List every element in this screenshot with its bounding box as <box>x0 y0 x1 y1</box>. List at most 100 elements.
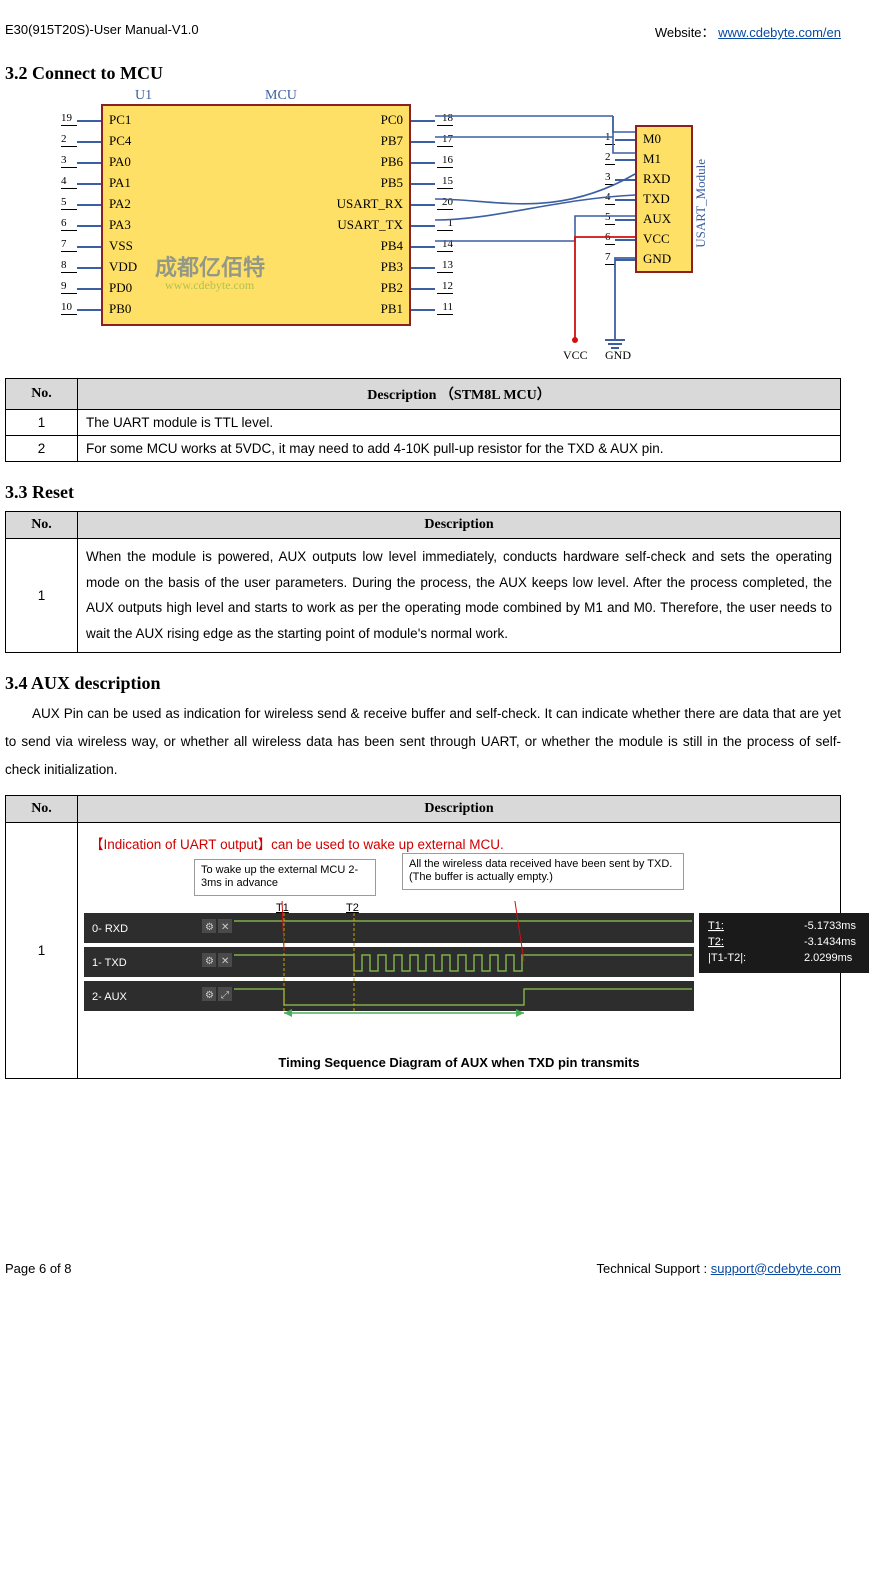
mcu-right-num: 18 <box>442 112 453 124</box>
mcu-left-num: 5 <box>61 196 67 208</box>
svg-text:⚙: ⚙ <box>205 990 214 1001</box>
mcu-left-pin: VDD <box>109 259 137 275</box>
th-desc: Description <box>78 795 841 822</box>
vcc-label: VCC <box>563 348 588 363</box>
heading-3-3: 3.3 Reset <box>5 482 841 503</box>
svg-text:⚙: ⚙ <box>205 956 214 967</box>
module-pin-num: 1 <box>605 131 611 143</box>
td-desc: When the module is powered, AUX outputs … <box>78 539 841 653</box>
mcu-left-pin: PC4 <box>109 133 131 149</box>
td-no: 1 <box>6 822 78 1078</box>
svg-text:✕: ✕ <box>221 922 229 933</box>
mcu-right-num: 16 <box>442 154 453 166</box>
mcu-left-pin: PA3 <box>109 217 131 233</box>
heading-3-4: 3.4 AUX description <box>5 673 841 694</box>
mcu-right-pin: PB3 <box>381 259 403 275</box>
mcu-left-num: 8 <box>61 259 67 271</box>
module-pin-num: 3 <box>605 171 611 183</box>
svg-text:|T1-T2|:: |T1-T2|: <box>708 952 746 964</box>
module-pin-num: 5 <box>605 211 611 223</box>
mcu-left-num: 9 <box>61 280 67 292</box>
mcu-right-pin: USART_TX <box>337 217 403 233</box>
mcu-left-pin: PA0 <box>109 154 131 170</box>
svg-text:0- RXD: 0- RXD <box>92 923 128 935</box>
mcu-right-pin: PC0 <box>381 112 403 128</box>
label-mcu: MCU <box>265 88 297 104</box>
aux-description-paragraph: AUX Pin can be used as indication for wi… <box>5 700 841 785</box>
timing-caption: Timing Sequence Diagram of AUX when TXD … <box>84 1055 834 1070</box>
svg-text:T2:: T2: <box>708 936 724 948</box>
module-pin-num: 2 <box>605 151 611 163</box>
mcu-left-num: 6 <box>61 217 67 229</box>
module-pin: M1 <box>643 151 661 167</box>
mcu-right-num: 13 <box>442 259 453 271</box>
th-no: No. <box>6 512 78 539</box>
svg-text:⤢: ⤢ <box>221 990 229 1001</box>
svg-text:1- TXD: 1- TXD <box>92 957 127 969</box>
td-no: 2 <box>6 436 78 462</box>
scope-area: To wake up the external MCU 2-3ms in adv… <box>84 859 834 1049</box>
module-chip: M01M12RXD3TXD4AUX5VCC6GND7 USART_Module <box>635 125 693 273</box>
callout-empty: All the wireless data received have been… <box>402 853 684 891</box>
svg-text:-5.1733ms: -5.1733ms <box>804 920 856 932</box>
page-header: E30(915T20S)-User Manual-V1.0 Website： w… <box>5 20 841 43</box>
th-no: No. <box>6 379 78 410</box>
mcu-right-pin: USART_RX <box>337 196 403 212</box>
mcu-left-num: 7 <box>61 238 67 250</box>
mcu-left-pin: VSS <box>109 238 133 254</box>
svg-text:✕: ✕ <box>221 956 229 967</box>
td-desc: For some MCU works at 5VDC, it may need … <box>78 436 841 462</box>
mcu-right-num: 15 <box>442 175 453 187</box>
td-timing: 【Indication of UART output】can be used t… <box>78 822 841 1078</box>
callout-wake: To wake up the external MCU 2-3ms in adv… <box>194 859 376 897</box>
mcu-left-num: 2 <box>61 133 67 145</box>
mcu-right-pin: PB7 <box>381 133 403 149</box>
mcu-right-num: 17 <box>442 133 453 145</box>
th-desc: Description <box>78 512 841 539</box>
label-u1: U1 <box>135 88 152 104</box>
page-number: Page 6 of 8 <box>5 1261 72 1276</box>
mcu-right-num: 20 <box>442 196 453 208</box>
mcu-left-pin: PC1 <box>109 112 131 128</box>
mcu-right-num: 12 <box>442 280 453 292</box>
support: Technical Support : support@cdebyte.com <box>597 1261 841 1276</box>
mcu-right-pin: PB4 <box>381 238 403 254</box>
mcu-right-num: 11 <box>442 301 453 313</box>
td-desc: The UART module is TTL level. <box>78 410 841 436</box>
mcu-left-pin: PA2 <box>109 196 131 212</box>
module-name: USART_Module <box>693 159 709 248</box>
module-pin-num: 4 <box>605 191 611 203</box>
th-no: No. <box>6 795 78 822</box>
watermark-url: www.cdebyte.com <box>165 278 254 293</box>
heading-3-2: 3.2 Connect to MCU <box>5 63 841 84</box>
th-desc: Description （STM8L MCU） <box>78 379 841 410</box>
mcu-right-pin: PB6 <box>381 154 403 170</box>
module-pin: AUX <box>643 211 671 227</box>
mcu-right-pin: PB1 <box>381 301 403 317</box>
website-link[interactable]: www.cdebyte.com/en <box>718 25 841 40</box>
timing-svg: 0- RXD 1- TXD 2- AUX ⚙ ✕ ⚙ ✕ ⚙ ⤢ <box>84 901 871 1051</box>
mcu-right-num: 1 <box>448 217 454 229</box>
page-footer: Page 6 of 8 Technical Support : support@… <box>5 1259 841 1278</box>
mcu-left-num: 10 <box>61 301 72 313</box>
mcu-left-pin: PD0 <box>109 280 132 296</box>
module-pin: TXD <box>643 191 670 207</box>
module-pin: VCC <box>643 231 670 247</box>
mcu-left-pin: PB0 <box>109 301 131 317</box>
td-no: 1 <box>6 410 78 436</box>
table-aux: No. Description 1 【Indication of UART ou… <box>5 795 841 1079</box>
module-pin: RXD <box>643 171 670 187</box>
support-link[interactable]: support@cdebyte.com <box>711 1261 841 1276</box>
module-pin-num: 6 <box>605 231 611 243</box>
table-reset: No. Description 1When the module is powe… <box>5 511 841 653</box>
svg-text:-3.1434ms: -3.1434ms <box>804 936 856 948</box>
svg-text:2.0299ms: 2.0299ms <box>804 952 853 964</box>
gnd-label: GND <box>605 348 631 363</box>
svg-text:T1:: T1: <box>708 920 724 932</box>
mcu-right-pin: PB5 <box>381 175 403 191</box>
mcu-right-num: 14 <box>442 238 453 250</box>
website: Website： www.cdebyte.com/en <box>655 22 841 41</box>
svg-text:2- AUX: 2- AUX <box>92 991 128 1003</box>
svg-text:T2: T2 <box>346 902 359 914</box>
mcu-left-pin: PA1 <box>109 175 131 191</box>
